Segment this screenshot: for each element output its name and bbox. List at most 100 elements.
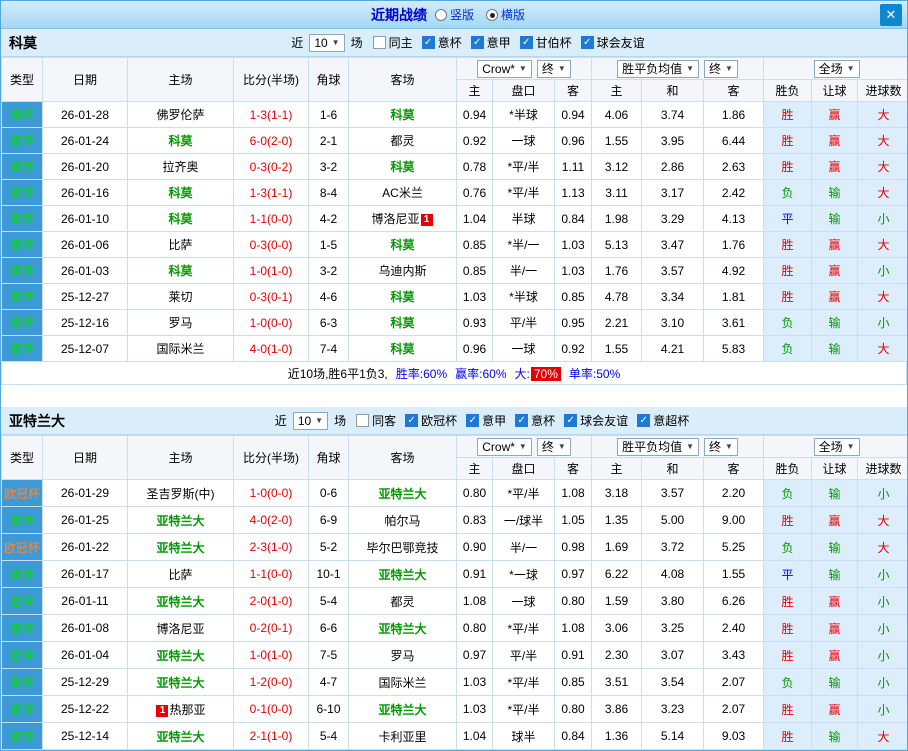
avg-group-header: 胜平负均值 ▼ 终 ▼ <box>591 435 765 458</box>
result-goals: 小 <box>857 205 907 232</box>
filter-option[interactable]: ✓ 意超杯 <box>637 412 689 429</box>
match-date: 25-12-27 <box>42 283 128 310</box>
result-wdl: 平 <box>763 560 813 588</box>
filter-option[interactable]: ✓ 意杯 <box>515 412 555 429</box>
odds-company-select[interactable]: Crow* ▼ <box>477 59 532 78</box>
filter-option[interactable]: 同主 <box>372 34 413 51</box>
team-label: 科莫 <box>390 342 415 356</box>
filter-option[interactable]: ✓ 球会友谊 <box>580 34 645 51</box>
avg-home: 3.86 <box>591 695 643 723</box>
filter-option[interactable]: ✓ 意杯 <box>421 34 462 51</box>
corners: 6-9 <box>308 506 349 534</box>
team-label: 科莫 <box>390 238 415 252</box>
odds-home: 0.92 <box>456 127 493 154</box>
corners: 0-6 <box>308 479 349 507</box>
avg-draw: 3.80 <box>641 587 705 615</box>
result-handicap: 赢 <box>811 283 859 310</box>
checkbox-icon[interactable]: ✓ <box>405 414 419 427</box>
scope-select[interactable]: 全场 ▼ <box>813 59 860 78</box>
avg-away: 5.25 <box>703 533 765 561</box>
avg-time-select[interactable]: 终 ▼ <box>704 437 738 456</box>
checkbox-icon[interactable]: ✓ <box>580 36 594 49</box>
chevron-down-icon: ▼ <box>518 442 527 451</box>
handicap-line: 一/球半 <box>492 506 555 534</box>
handicap-line: *平/半 <box>492 668 555 696</box>
result-goals: 大 <box>857 506 907 534</box>
team-label: 科莫 <box>168 186 193 200</box>
checkbox-icon[interactable]: ✓ <box>466 414 480 427</box>
match-count-select[interactable]: 10 ▼ <box>292 411 329 430</box>
odds-home: 0.96 <box>456 335 493 362</box>
avg-draw: 4.08 <box>641 560 705 588</box>
layout-radio-0[interactable]: 竖版 <box>434 6 474 23</box>
match-count-select[interactable]: 10 ▼ <box>309 33 345 52</box>
filter-option[interactable]: ✓ 甘伯杯 <box>519 34 572 51</box>
subcol-avg-away: 客 <box>703 457 765 480</box>
avg-home: 1.55 <box>591 335 643 362</box>
home-team: 亚特兰大 <box>127 506 234 534</box>
home-team: 1 热那亚 <box>127 695 234 723</box>
odds-home: 0.93 <box>456 309 493 336</box>
avg-time-select[interactable]: 终 ▼ <box>704 59 738 78</box>
avg-draw: 3.57 <box>641 257 705 284</box>
checkbox-icon[interactable]: ✓ <box>564 414 578 427</box>
match-row: 意甲 25-12-07 国际米兰 4-0(1-0) 7-4 科莫 0.96 一球 0.92 1.5… <box>1 335 907 362</box>
handicap-line: 半球 <box>492 205 555 232</box>
radio-icon[interactable] <box>486 8 498 21</box>
result-handicap: 赢 <box>811 231 859 258</box>
checkbox-icon[interactable]: ✓ <box>470 36 484 49</box>
checkbox-icon[interactable]: ✓ <box>421 36 435 49</box>
avg-away: 4.13 <box>703 205 765 232</box>
filter-option[interactable]: ✓ 意甲 <box>466 412 506 429</box>
avg-home: 1.35 <box>591 506 643 534</box>
league-type: 意甲 <box>1 153 43 180</box>
close-button[interactable]: ✕ <box>880 4 902 26</box>
checkbox-icon[interactable]: ✓ <box>515 414 529 427</box>
match-date: 26-01-29 <box>42 479 128 507</box>
filter-option[interactable]: ✓ 意甲 <box>470 34 511 51</box>
handicap-line: 平/半 <box>492 641 555 669</box>
checkbox-icon[interactable]: ✓ <box>637 414 651 427</box>
avg-draw: 3.29 <box>641 205 705 232</box>
corners: 1-6 <box>308 101 349 128</box>
away-team: 科莫 <box>348 153 457 180</box>
unit-label: 场 <box>350 36 363 50</box>
subcol-away-odds: 客 <box>553 79 593 102</box>
score: 0-1(0-0) <box>233 695 309 723</box>
away-team: 科莫 <box>348 101 457 128</box>
avg-draw: 2.86 <box>641 153 705 180</box>
result-handicap: 赢 <box>811 641 859 669</box>
filter-option[interactable]: 同客 <box>356 412 396 429</box>
odds-company-select[interactable]: Crow* ▼ <box>477 437 532 456</box>
odds-time-select[interactable]: 终 ▼ <box>536 437 571 456</box>
filter-label: 意杯 <box>531 414 556 428</box>
team-label: 亚特兰大 <box>156 729 205 744</box>
subcol-handicap-result: 让球 <box>811 457 859 480</box>
col-corner: 角球 <box>308 57 349 102</box>
avg-odds-select[interactable]: 胜平负均值 ▼ <box>617 437 700 456</box>
filter-label: 甘伯杯 <box>535 36 572 50</box>
odds-away: 0.84 <box>553 722 593 750</box>
handicap-line: 球半 <box>492 722 555 750</box>
result-goals: 大 <box>857 127 907 154</box>
avg-odds-select[interactable]: 胜平负均值 ▼ <box>617 59 700 78</box>
chevron-down-icon: ▼ <box>846 64 855 73</box>
checkbox-icon[interactable] <box>372 36 386 49</box>
match-row: 意甲 26-01-25 亚特兰大 4-0(2-0) 6-9 帕尔马 0.83 一/球半 1.05… <box>1 506 907 534</box>
filter-option[interactable]: ✓ 球会友谊 <box>564 412 628 429</box>
subcol-away-odds: 客 <box>553 457 593 480</box>
team-label: 亚特兰大 <box>156 513 205 528</box>
filter-option[interactable]: ✓ 欧冠杯 <box>405 412 457 429</box>
checkbox-icon[interactable]: ✓ <box>519 36 533 49</box>
radio-icon[interactable] <box>434 8 447 21</box>
filter-bar: 近 10 ▼ 场 同客 ✓ 欧冠杯 ✓ 意甲 ✓ 意杯 ✓ 球会友谊 ✓ 意超杯 <box>275 411 689 430</box>
odds-time-select[interactable]: 终 ▼ <box>536 59 571 78</box>
checkbox-icon[interactable] <box>356 414 370 427</box>
score: 6-0(2-0) <box>233 127 309 154</box>
layout-radio-1[interactable]: 横版 <box>486 6 525 23</box>
league-type: 意甲 <box>1 695 43 723</box>
result-wdl: 胜 <box>763 153 813 180</box>
scope-select[interactable]: 全场 ▼ <box>813 437 860 456</box>
league-type: 意甲 <box>1 309 43 336</box>
corners: 3-2 <box>308 257 349 284</box>
